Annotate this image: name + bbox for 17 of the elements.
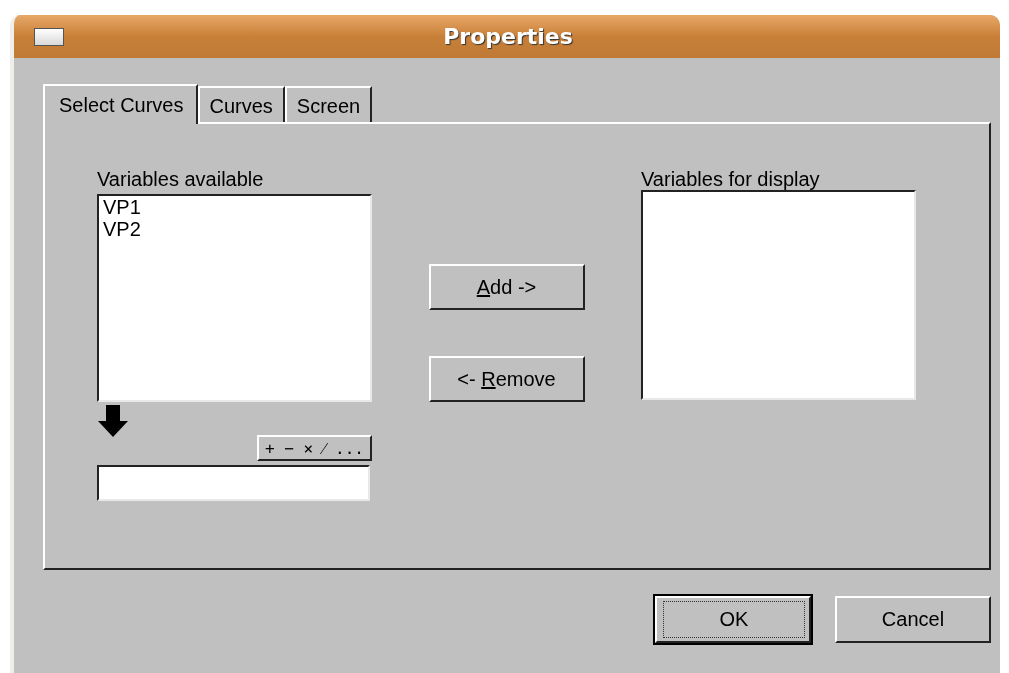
list-label: Variables available [97,168,265,192]
down-arrow-icon [97,405,129,437]
window-icon[interactable] [34,27,64,46]
operators-button[interactable]: + − × ⁄ ... [257,435,372,461]
expression-field[interactable] [97,465,370,501]
remove-button[interactable]: <- Remove [428,356,585,402]
dialog-button[interactable]: OK [655,596,811,643]
tab[interactable]: Screen [284,86,373,122]
tab[interactable]: Curves [197,86,285,122]
window-title: Properties [442,24,574,49]
variables-list[interactable]: VP1 VP2 [97,194,372,402]
tab[interactable]: Select Curves [43,84,198,124]
list-label: Variables for display [641,168,821,192]
list-item[interactable]: VP1 [99,196,370,218]
dialog-button[interactable]: Cancel [835,596,991,643]
add-button[interactable]: Add -> [428,264,585,310]
list-item[interactable]: VP2 [99,218,370,240]
